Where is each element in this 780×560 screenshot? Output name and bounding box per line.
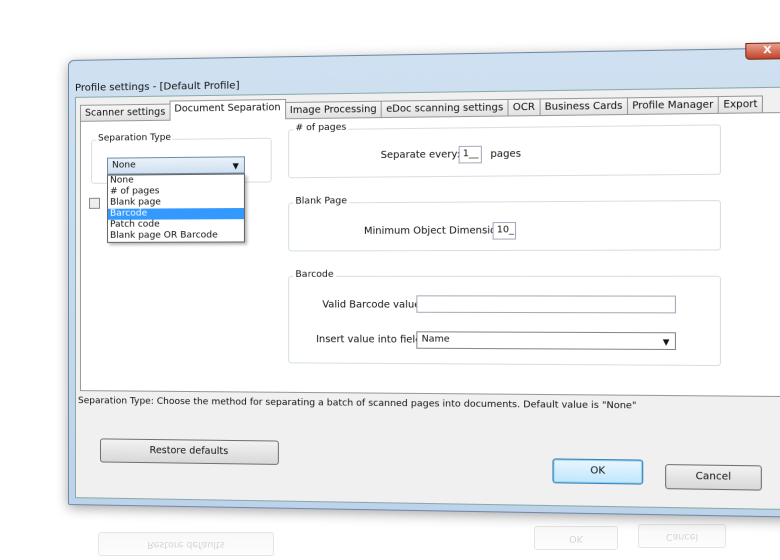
- min-object-dimension-input[interactable]: 10_: [492, 221, 517, 240]
- separate-every-input[interactable]: 1__: [458, 145, 482, 164]
- help-text: Separation Type: Choose the method for s…: [77, 396, 637, 412]
- restore-defaults-button[interactable]: Restore defaults: [100, 438, 279, 465]
- cancel-button[interactable]: Cancel: [665, 464, 762, 491]
- option-blank-page[interactable]: Blank page: [108, 197, 244, 209]
- valid-barcode-label: Valid Barcode value:: [322, 299, 424, 311]
- checkbox[interactable]: [88, 197, 101, 209]
- insert-value-label: Insert value into field:: [316, 333, 425, 346]
- chevron-down-icon: ▼: [232, 161, 239, 171]
- option-pages[interactable]: # of pages: [108, 186, 244, 198]
- insert-field-select[interactable]: Name ▼: [416, 331, 677, 351]
- reflection-cancel: Cancel: [638, 524, 726, 548]
- separation-type-label: Separation Type: [95, 132, 174, 144]
- reflection-restore: Restore defaults: [98, 532, 274, 556]
- pages-group-label: # of pages: [293, 122, 349, 134]
- option-patch-code[interactable]: Patch code: [108, 219, 244, 231]
- chevron-down-icon: ▼: [662, 337, 670, 347]
- profile-settings-dialog: Profile settings - [Default Profile] X S…: [68, 42, 780, 518]
- separation-type-dropdown: None # of pages Blank page Barcode Patch…: [107, 173, 245, 243]
- separation-type-value: None: [112, 160, 136, 171]
- tab-ocr[interactable]: OCR: [507, 98, 541, 117]
- window-title: Profile settings - [Default Profile]: [74, 80, 240, 94]
- blank-page-group-label: Blank Page: [293, 196, 350, 207]
- dialog-reflection: Restore defaults OK Cancel: [68, 510, 760, 560]
- pages-group: # of pages Separate every: 1__ pages: [288, 122, 722, 179]
- blank-page-group: Blank Page Minimum Object Dimension: 10_: [288, 196, 722, 252]
- separate-every-label: Separate every:: [380, 149, 461, 162]
- ok-button[interactable]: OK: [552, 458, 644, 485]
- barcode-group-label: Barcode: [293, 269, 336, 280]
- insert-field-value: Name: [421, 334, 450, 345]
- barcode-group: Barcode Valid Barcode value: Insert valu…: [288, 269, 722, 367]
- option-barcode[interactable]: Barcode: [108, 207, 244, 220]
- document-separation-panel: Separation Type None ▼ None # of pages B…: [79, 112, 780, 398]
- option-blank-or-barcode[interactable]: Blank page OR Barcode: [108, 230, 244, 242]
- tab-document-separation[interactable]: Document Separation: [169, 98, 286, 121]
- min-object-dimension-label: Minimum Object Dimension:: [363, 225, 507, 237]
- pages-unit-label: pages: [490, 148, 522, 161]
- tab-export[interactable]: Export: [717, 95, 764, 114]
- close-button[interactable]: X: [745, 42, 780, 60]
- reflection-ok: OK: [534, 526, 618, 550]
- dialog-client: Scanner settings Document Separation Ima…: [74, 86, 780, 511]
- separation-type-select[interactable]: None ▼: [107, 156, 245, 175]
- valid-barcode-input[interactable]: [416, 295, 677, 314]
